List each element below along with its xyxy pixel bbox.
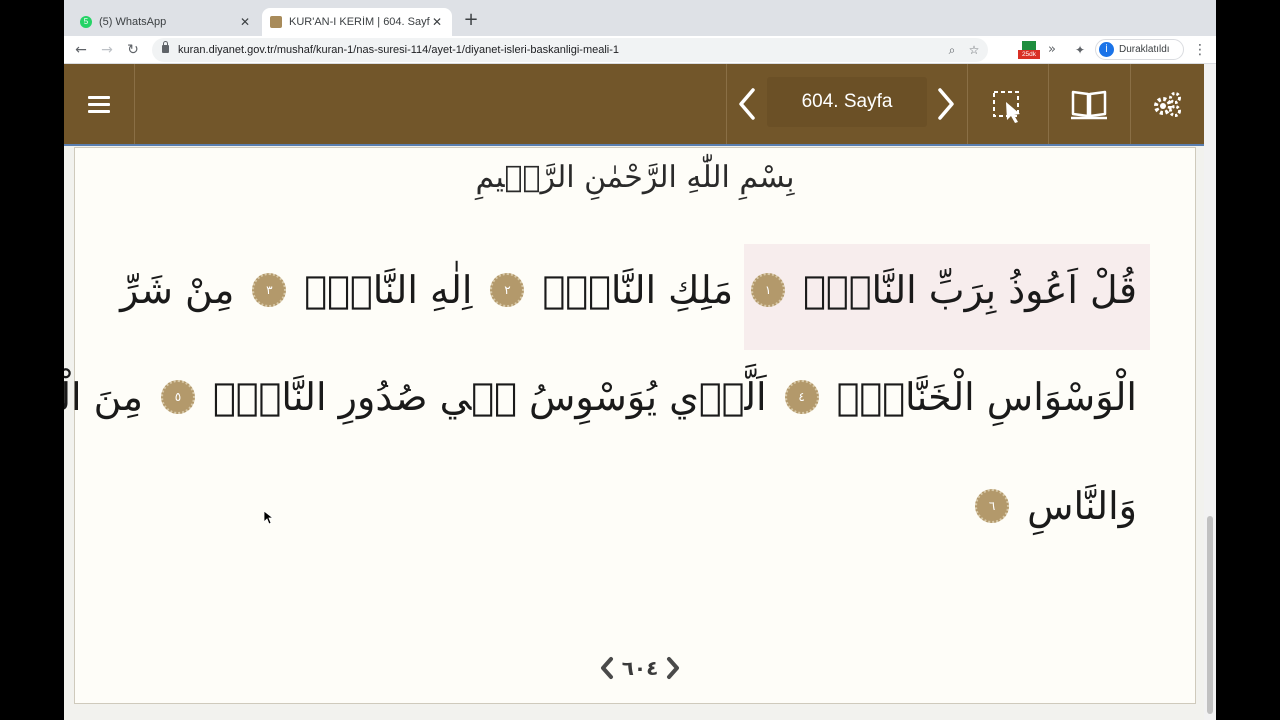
- quran-line-3: وَالنَّاسِ ٦: [975, 484, 1137, 528]
- ayah-number-marker[interactable]: ١: [751, 273, 786, 307]
- open-book-icon[interactable]: [1049, 64, 1129, 144]
- timer-label: 25dk: [1018, 50, 1040, 59]
- tab-whatsapp[interactable]: 5 (5) WhatsApp ✕: [72, 8, 260, 36]
- tab-title: (5) WhatsApp: [99, 16, 167, 28]
- forward-icon[interactable]: →: [96, 39, 118, 61]
- tab-title: KUR'AN-I KERİM | 604. Sayfa | Diyanet: [289, 16, 430, 28]
- quran-book-icon: [270, 16, 282, 28]
- ayah-text[interactable]: اِلٰهِ النَّاسِۙ: [304, 268, 472, 312]
- ayah-text[interactable]: الْوَسْوَاسِ الْخَنَّاسِۙ: [837, 375, 1137, 419]
- previous-page-icon[interactable]: [729, 64, 769, 144]
- app-header: 604. Sayfa: [64, 64, 1204, 146]
- whatsapp-icon: 5: [80, 16, 92, 28]
- profile-button[interactable]: İ Duraklatıldı: [1095, 39, 1184, 60]
- page-footer-nav: ٦٠٤: [590, 653, 690, 683]
- chevron-left-icon[interactable]: [598, 655, 616, 681]
- extension-arrows-icon[interactable]: »: [1044, 41, 1060, 59]
- hamburger-menu-icon[interactable]: [64, 64, 134, 144]
- reload-icon[interactable]: ↻: [122, 39, 144, 61]
- quran-line-1: قُلْ اَعُوذُ بِرَبِّ النَّاسِۙ ١ مَلِكِ …: [120, 268, 1137, 312]
- scrollbar-thumb[interactable]: [1207, 516, 1213, 714]
- ayah-text[interactable]: مَلِكِ النَّاسِۙ: [542, 268, 733, 312]
- url-text: kuran.diyanet.gov.tr/mushaf/kuran-1/nas-…: [178, 44, 620, 56]
- ayah-text[interactable]: اَلَّذ۪ي يُوَسْوِسُ ف۪ي صُدُورِ النَّاسِ…: [213, 375, 767, 419]
- profile-status: Duraklatıldı: [1119, 44, 1170, 55]
- ayah-text[interactable]: قُلْ اَعُوذُ بِرَبِّ النَّاسِۙ: [803, 268, 1137, 312]
- address-bar[interactable]: kuran.diyanet.gov.tr/mushaf/kuran-1/nas-…: [152, 38, 988, 62]
- browser-menu-icon[interactable]: ⋮: [1192, 39, 1208, 61]
- select-area-icon[interactable]: [968, 64, 1048, 144]
- scrollbar[interactable]: [1204, 64, 1216, 720]
- ayah-number-marker[interactable]: ٥: [160, 380, 195, 414]
- ayah-text[interactable]: مِنَ الْجِنَّةِ: [64, 375, 143, 419]
- back-icon[interactable]: ←: [70, 39, 92, 61]
- tab-strip: 5 (5) WhatsApp ✕ KUR'AN-I KERİM | 604. S…: [64, 0, 1216, 36]
- settings-gears-icon[interactable]: [1131, 64, 1204, 144]
- ayah-number-marker[interactable]: ٢: [490, 273, 525, 307]
- basmala: بِسْمِ اللّٰهِ الرَّحْمٰنِ الرَّح۪يمِ: [475, 160, 795, 195]
- lock-icon: [162, 41, 169, 53]
- mushaf-page: بِسْمِ اللّٰهِ الرَّحْمٰنِ الرَّح۪يمِ قُ…: [64, 147, 1196, 704]
- timer-extension-icon[interactable]: 25dk: [1018, 41, 1040, 59]
- bookmark-star-icon[interactable]: ☆: [966, 38, 982, 62]
- close-tab-icon[interactable]: ✕: [430, 15, 444, 29]
- new-tab-button[interactable]: +: [458, 9, 484, 33]
- close-tab-icon[interactable]: ✕: [238, 15, 252, 29]
- ayah-number-marker[interactable]: ٦: [975, 489, 1010, 523]
- extensions-puzzle-icon[interactable]: ✦: [1072, 41, 1088, 59]
- browser-toolbar: ← → ↻ kuran.diyanet.gov.tr/mushaf/kuran-…: [64, 36, 1216, 64]
- browser-window: 5 (5) WhatsApp ✕ KUR'AN-I KERİM | 604. S…: [64, 0, 1216, 720]
- ayah-text[interactable]: وَالنَّاسِ: [1027, 484, 1137, 528]
- chevron-right-icon[interactable]: [664, 655, 682, 681]
- web-page: 604. Sayfa بِسْمِ اللّٰهِ الرَّحْمٰنِ ال…: [64, 64, 1216, 720]
- ayah-text[interactable]: مِنْ شَرِّ: [120, 268, 234, 312]
- page-indicator[interactable]: 604. Sayfa: [767, 77, 927, 127]
- ayah-number-marker[interactable]: ٤: [784, 380, 819, 414]
- next-page-icon[interactable]: [926, 64, 966, 144]
- page-number: ٦٠٤: [621, 656, 659, 680]
- avatar: İ: [1099, 42, 1114, 57]
- tab-kuran[interactable]: KUR'AN-I KERİM | 604. Sayfa | Diyanet ✕: [262, 8, 452, 36]
- mouse-cursor-icon: [264, 511, 274, 525]
- divider: [134, 64, 135, 144]
- quran-line-2: الْوَسْوَاسِ الْخَنَّاسِۙ ٤ اَلَّذ۪ي يُو…: [64, 375, 1137, 419]
- divider: [726, 64, 727, 144]
- ayah-number-marker[interactable]: ٣: [252, 273, 287, 307]
- zoom-icon[interactable]: ⌕: [944, 38, 960, 62]
